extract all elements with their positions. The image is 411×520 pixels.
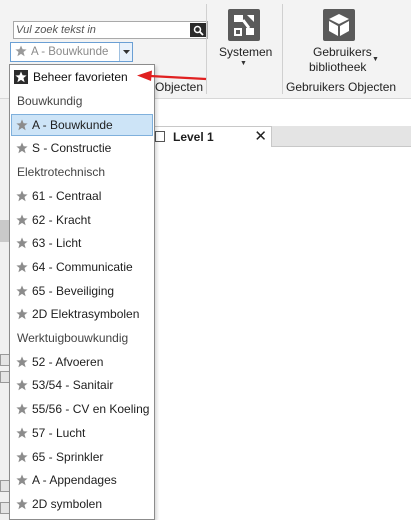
discipline-combo[interactable]: A - Bouwkunde: [10, 42, 133, 62]
annotation-arrow-icon: [137, 70, 207, 81]
favorite-item-label: A - Bouwkunde: [32, 117, 113, 132]
favorite-item[interactable]: 2D Elektrasymbolen: [11, 303, 153, 325]
favorite-item[interactable]: A - Bouwkunde: [11, 113, 153, 136]
group-header: Bouwkundig: [17, 94, 83, 108]
favorite-item[interactable]: 57 - Lucht: [11, 422, 153, 444]
search-box: [13, 21, 208, 39]
favorite-item-label: 52 - Afvoeren: [32, 354, 104, 369]
close-icon[interactable]: ✕: [254, 128, 267, 145]
favorite-item-label: S - Constructie: [32, 141, 112, 156]
star-icon: [16, 403, 28, 418]
group-header: Werktuigbouwkundig: [17, 331, 129, 345]
users-group-label: Gebruikers Objecten: [286, 80, 397, 94]
chevron-down-icon: ▼: [240, 60, 247, 67]
favorite-item[interactable]: 65 - Beveiliging: [11, 280, 153, 302]
combo-selected-value: A - Bouwkunde: [31, 46, 109, 58]
favorite-item-label: A - Appendages: [32, 473, 117, 488]
view-icon: [155, 131, 165, 142]
favorite-item-label: 61 - Centraal: [32, 188, 102, 203]
search-icon[interactable]: [190, 23, 206, 37]
favorites-dropdown: Beheer favorieten Bouwkundig A - Bouwkund…: [9, 64, 155, 520]
favorite-item-label: 55/56 - CV en Koeling: [32, 402, 150, 417]
star-icon: [16, 285, 28, 300]
chevron-down-icon: ▼: [372, 56, 379, 63]
box-icon: [323, 9, 355, 41]
systemen-label: Systemen: [219, 45, 273, 59]
favorite-item[interactable]: 52 - Afvoeren: [11, 351, 153, 373]
star-icon: [16, 498, 28, 513]
favorite-item[interactable]: 55/56 - CV en Koeling: [11, 398, 153, 420]
manage-favorites-item[interactable]: Beheer favorieten: [11, 66, 153, 88]
favorite-item-label: 57 - Lucht: [32, 425, 86, 440]
favorite-item[interactable]: 53/54 - Sanitair: [11, 374, 153, 396]
search-input[interactable]: [16, 23, 186, 37]
favorite-item[interactable]: S - Constructie: [11, 137, 153, 159]
chevron-down-icon[interactable]: [119, 43, 132, 61]
star-icon: [14, 70, 28, 84]
favorite-item-label: 53/54 - Sanitair: [32, 378, 114, 393]
star-icon: [16, 142, 28, 157]
systems-icon: [228, 9, 260, 41]
tab-label: Level 1: [173, 130, 214, 144]
favorite-item[interactable]: 64 - Communicatie: [11, 256, 153, 278]
favorite-item[interactable]: 62 - Kracht: [11, 209, 153, 231]
favorite-item-label: 2D symbolen: [32, 496, 103, 511]
star-icon: [16, 119, 28, 134]
star-icon: [16, 451, 28, 466]
favorite-item-label: 2D Elektrasymbolen: [32, 307, 140, 322]
group-header: Elektrotechnisch: [17, 165, 106, 180]
manage-favorites-label: Beheer favorieten: [33, 70, 128, 84]
favorite-item[interactable]: 65 - Sprinkler: [11, 446, 153, 468]
star-icon: [16, 356, 28, 371]
favorite-item-label: 65 - Sprinkler: [32, 449, 104, 464]
star-icon: [16, 379, 28, 394]
favorite-item-label: 64 - Communicatie: [32, 259, 133, 274]
tab-level-1[interactable]: Level 1 ✕: [150, 126, 272, 147]
star-icon: [16, 214, 28, 229]
view-tab-bar: Level 1 ✕: [150, 126, 411, 147]
star-icon: [16, 190, 28, 205]
favorite-item-label: 62 - Kracht: [32, 212, 91, 227]
star-icon: [16, 237, 28, 252]
star-icon: [16, 261, 28, 276]
star-icon: [16, 474, 28, 489]
favorite-item[interactable]: 63 - Licht: [11, 232, 153, 254]
users-library-label-1: Gebruikers: [313, 45, 372, 59]
star-icon: [16, 427, 28, 442]
favorite-item[interactable]: A - Appendages: [11, 469, 153, 491]
users-library-label-2: bibliotheek: [309, 60, 367, 74]
favorite-item-label: 63 - Licht: [32, 236, 82, 251]
star-icon: [15, 45, 27, 60]
favorite-item[interactable]: 2D symbolen: [11, 493, 153, 515]
favorite-item[interactable]: 61 - Centraal: [11, 185, 153, 207]
ribbon-divider: [282, 4, 283, 94]
star-icon: [16, 308, 28, 323]
favorite-item-label: 65 - Beveiliging: [32, 283, 115, 298]
